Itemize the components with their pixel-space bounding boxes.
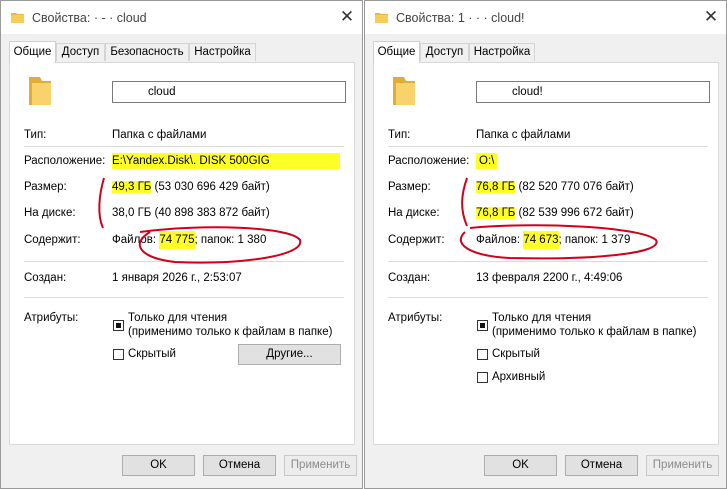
contains-label: Содержит:	[388, 234, 445, 246]
contains-value: Файлов: 74 775; папок: 1 380	[112, 231, 267, 249]
size-value: 49,3 ГБ (53 030 696 429 байт)	[112, 181, 270, 193]
window-title: Свойства: 1 · · · cloud!	[396, 11, 525, 25]
location-label: Расположение:	[24, 155, 106, 167]
divider	[24, 297, 344, 298]
hidden-label: Скрытый	[128, 348, 176, 360]
tab-sharing[interactable]: Доступ	[420, 43, 469, 61]
readonly-hint: (применимо только к файлам в папке)	[128, 326, 333, 338]
folder-name-input[interactable]: cloud!	[476, 81, 710, 103]
cancel-button[interactable]: Отмена	[565, 455, 638, 476]
on-disk-label: На диске:	[24, 207, 76, 219]
hidden-label: Скрытый	[492, 348, 540, 360]
tab-general[interactable]: Общие	[9, 41, 56, 63]
tab-sharing[interactable]: Доступ	[56, 43, 105, 61]
title-bar[interactable]: Свойства: · - · cloud ✕	[1, 1, 362, 34]
archive-label: Архивный	[492, 371, 546, 383]
close-icon[interactable]: ✕	[700, 6, 722, 28]
created-value: 13 февраля 2200 г., 4:49:06	[476, 272, 623, 284]
size-label: Размер:	[24, 181, 67, 193]
on-disk-value: 38,0 ГБ (40 898 383 872 байт)	[112, 207, 270, 219]
created-label: Создан:	[24, 272, 67, 284]
general-panel: cloud Тип: Папка с файлами Расположение:…	[9, 62, 355, 445]
close-icon[interactable]: ✕	[336, 6, 358, 28]
size-detail: (53 030 696 429 байт)	[151, 181, 270, 193]
tab-customize[interactable]: Настройка	[189, 43, 256, 61]
title-bar[interactable]: Свойства: 1 · · · cloud! ✕	[365, 1, 726, 34]
contains-value: Файлов: 74 673; папок: 1 379	[476, 231, 631, 249]
folder-icon	[29, 77, 51, 105]
cancel-button[interactable]: Отмена	[203, 455, 276, 476]
attributes-label: Атрибуты:	[24, 312, 79, 324]
location-label: Расположение:	[388, 155, 470, 167]
size-main: 76,8 ГБ	[476, 181, 516, 193]
window-title: Свойства: · - · cloud	[32, 11, 147, 25]
attributes-label: Атрибуты:	[388, 312, 443, 324]
apply-button[interactable]: Применить	[284, 455, 357, 476]
files-count: 74 673	[523, 231, 559, 249]
archive-checkbox[interactable]	[477, 372, 488, 383]
divider	[388, 146, 708, 147]
divider	[24, 146, 344, 147]
hidden-checkbox[interactable]	[477, 349, 488, 360]
contains-prefix: Файлов:	[112, 234, 160, 246]
tab-security[interactable]: Безопасность	[105, 43, 189, 61]
folder-icon	[375, 13, 388, 23]
folder-icon	[393, 77, 415, 105]
readonly-checkbox[interactable]	[477, 320, 488, 331]
on-disk-detail: (82 539 996 672 байт)	[515, 207, 634, 219]
readonly-label: Только для чтения	[128, 312, 228, 324]
ok-button[interactable]: OK	[122, 455, 195, 476]
divider	[24, 261, 344, 262]
files-count: 74 775	[159, 231, 195, 249]
on-disk-label: На диске:	[388, 207, 440, 219]
properties-dialog-right: Свойства: 1 · · · cloud! ✕ Общие Доступ …	[364, 0, 727, 489]
contains-label: Содержит:	[24, 234, 81, 246]
other-attributes-button[interactable]: Другие...	[238, 344, 341, 365]
on-disk-main: 76,8 ГБ	[476, 207, 516, 219]
general-panel: cloud! Тип: Папка с файлами Расположение…	[373, 62, 719, 445]
apply-button[interactable]: Применить	[646, 455, 719, 476]
tab-general[interactable]: Общие	[373, 41, 420, 63]
folder-name-input[interactable]: cloud	[112, 81, 346, 103]
created-label: Создан:	[388, 272, 431, 284]
location-value[interactable]: E:\Yandex.Disk\. DISK 500GIG	[112, 153, 340, 169]
ok-button[interactable]: OK	[484, 455, 557, 476]
folder-icon	[11, 13, 24, 23]
size-detail: (82 520 770 076 байт)	[515, 181, 634, 193]
divider	[388, 261, 708, 262]
on-disk-value: 76,8 ГБ (82 539 996 672 байт)	[476, 207, 634, 219]
properties-dialog-left: Свойства: · - · cloud ✕ Общие Доступ Без…	[0, 0, 363, 489]
folders-count: ; папок: 1 379	[558, 234, 631, 246]
location-value[interactable]: O:\	[476, 153, 498, 169]
readonly-label: Только для чтения	[492, 312, 592, 324]
size-value: 76,8 ГБ (82 520 770 076 байт)	[476, 181, 634, 193]
folders-count: ; папок: 1 380	[194, 234, 267, 246]
type-label: Тип:	[24, 129, 47, 141]
tab-customize[interactable]: Настройка	[469, 43, 535, 61]
readonly-checkbox[interactable]	[113, 320, 124, 331]
readonly-hint: (применимо только к файлам в папке)	[492, 326, 697, 338]
size-label: Размер:	[388, 181, 431, 193]
type-value: Папка с файлами	[476, 129, 571, 141]
type-label: Тип:	[388, 129, 411, 141]
created-value: 1 января 2026 г., 2:53:07	[112, 272, 242, 284]
divider	[388, 297, 708, 298]
size-main: 49,3 ГБ	[112, 181, 152, 193]
type-value: Папка с файлами	[112, 129, 207, 141]
contains-prefix: Файлов:	[476, 234, 524, 246]
hidden-checkbox[interactable]	[113, 349, 124, 360]
